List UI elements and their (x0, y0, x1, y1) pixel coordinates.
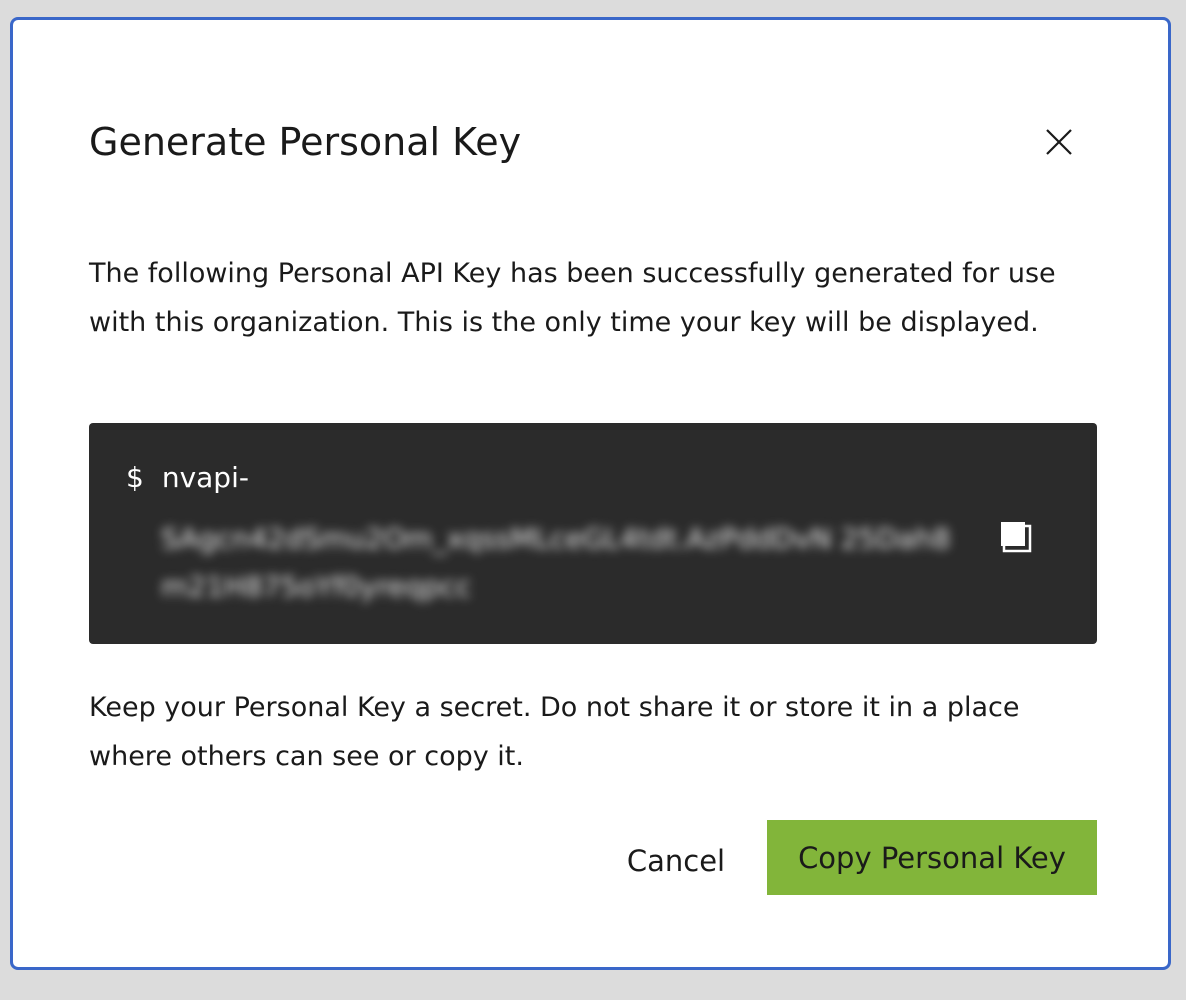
api-key-prefix: nvapi- (161, 461, 249, 494)
close-icon (1046, 129, 1072, 155)
close-button[interactable] (1037, 120, 1081, 164)
copy-icon (1001, 522, 1032, 553)
dialog-title: Generate Personal Key (89, 120, 522, 164)
shell-prompt: $ (126, 461, 144, 494)
copy-personal-key-button[interactable]: Copy Personal Key (767, 820, 1097, 895)
dialog-description: The following Personal API Key has been … (89, 258, 1056, 338)
cancel-button[interactable]: Cancel (601, 825, 751, 897)
api-key-line: $ nvapi- (126, 461, 249, 494)
security-warning: Keep your Personal Key a secret. Do not … (89, 692, 1020, 772)
generate-key-dialog: Generate Personal Key The following Pers… (10, 17, 1171, 970)
api-key-box: $ nvapi- SAgcn42dSmu2Om_xqssMLceGL4tdt.Az… (89, 423, 1097, 644)
copy-key-icon-button[interactable] (994, 512, 1038, 556)
api-key-secret: SAgcn42dSmu2Om_xqssMLceGL4tdt.AzPddDvN 2… (161, 522, 951, 603)
